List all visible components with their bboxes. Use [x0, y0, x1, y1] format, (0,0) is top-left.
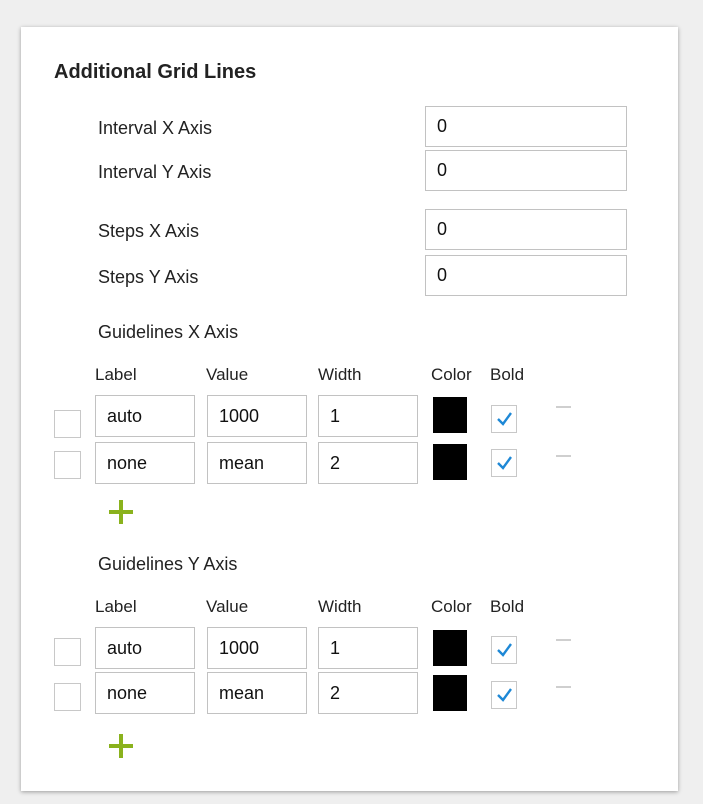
add-guideline-y-button[interactable]	[109, 734, 133, 758]
bold-checkbox[interactable]	[491, 449, 517, 477]
interval-x-input[interactable]	[425, 106, 627, 147]
guideline-label-input[interactable]	[95, 672, 195, 714]
checkmark-icon	[497, 643, 512, 657]
minus-icon[interactable]	[556, 639, 571, 641]
guideline-label-input[interactable]	[95, 627, 195, 669]
row-select-checkbox[interactable]	[54, 683, 81, 711]
steps-x-input[interactable]	[425, 209, 627, 250]
grid-lines-panel: Additional Grid Lines Interval X Axis In…	[21, 27, 678, 791]
col-header-label: Label	[95, 597, 137, 616]
steps-x-label: Steps X Axis	[98, 221, 200, 241]
add-guideline-x-button[interactable]	[109, 500, 133, 524]
bold-checkbox[interactable]	[491, 405, 517, 433]
interval-y-input[interactable]	[425, 150, 627, 191]
minus-icon[interactable]	[556, 686, 571, 688]
guideline-value-input[interactable]	[207, 627, 307, 669]
col-header-width: Width	[318, 365, 362, 384]
guideline-width-input[interactable]	[318, 395, 418, 437]
section-title: Additional Grid Lines	[54, 61, 257, 83]
color-swatch[interactable]	[433, 630, 467, 666]
guideline-value-input[interactable]	[207, 442, 307, 484]
guideline-label-input[interactable]	[95, 442, 195, 484]
color-swatch[interactable]	[433, 444, 467, 480]
row-select-checkbox[interactable]	[54, 410, 81, 438]
col-header-value: Value	[206, 597, 249, 616]
interval-y-label: Interval Y Axis	[98, 162, 212, 182]
row-select-checkbox[interactable]	[54, 638, 81, 666]
guideline-label-input[interactable]	[95, 395, 195, 437]
steps-y-input[interactable]	[425, 255, 627, 296]
row-select-checkbox[interactable]	[54, 451, 81, 479]
guideline-width-input[interactable]	[318, 672, 418, 714]
checkmark-icon	[497, 456, 512, 470]
col-header-bold: Bold	[490, 597, 525, 616]
col-header-bold: Bold	[490, 365, 525, 384]
guideline-width-input[interactable]	[318, 442, 418, 484]
guidelines-x-title: Guidelines X Axis	[98, 322, 239, 342]
bold-checkbox[interactable]	[491, 681, 517, 709]
steps-y-label: Steps Y Axis	[98, 267, 199, 287]
minus-icon[interactable]	[556, 406, 571, 408]
guideline-value-input[interactable]	[207, 672, 307, 714]
checkmark-icon	[497, 688, 512, 702]
col-header-width: Width	[318, 597, 362, 616]
col-header-color: Color	[431, 597, 472, 616]
col-header-label: Label	[95, 365, 137, 384]
bold-checkbox[interactable]	[491, 636, 517, 664]
guideline-width-input[interactable]	[318, 627, 418, 669]
checkmark-icon	[497, 412, 512, 426]
guidelines-y-title: Guidelines Y Axis	[98, 554, 238, 574]
guideline-value-input[interactable]	[207, 395, 307, 437]
minus-icon[interactable]	[556, 455, 571, 457]
interval-x-label: Interval X Axis	[98, 118, 213, 138]
color-swatch[interactable]	[433, 675, 467, 711]
col-header-value: Value	[206, 365, 249, 384]
col-header-color: Color	[431, 365, 472, 384]
color-swatch[interactable]	[433, 397, 467, 433]
